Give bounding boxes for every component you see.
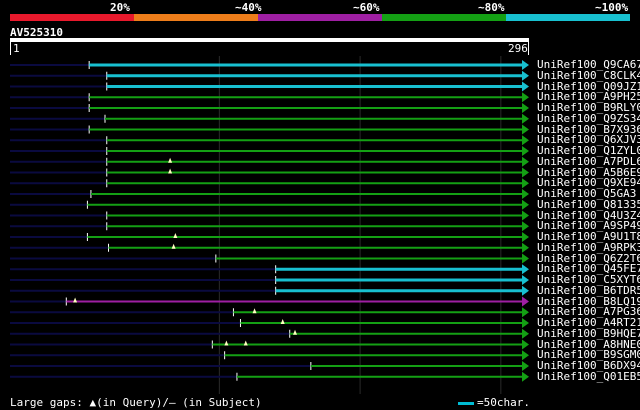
hit-arrow-icon <box>522 113 529 124</box>
gap-legend: Large gaps: ▲(in Query)/– (in Subject) <box>10 396 262 409</box>
hit-arrow-icon <box>522 307 529 318</box>
legend-label: 20% <box>110 1 130 14</box>
legend-label: ~40% <box>235 1 262 14</box>
legend-swatch <box>134 14 258 21</box>
hit-label[interactable]: UniRef100_Q01EB5 <box>537 371 640 382</box>
hit-arrow-icon <box>522 296 529 307</box>
ruler-end: 296 <box>508 42 528 55</box>
query-gap-marker <box>173 233 178 238</box>
query-gap-marker <box>168 157 173 163</box>
hit-arrow-icon <box>522 232 529 242</box>
hit-arrow-icon <box>522 124 529 135</box>
hit-arrow-icon <box>522 81 529 92</box>
ruler-start: 1 <box>13 42 20 55</box>
legend-swatch <box>258 14 382 21</box>
query-gap-marker <box>252 308 257 314</box>
hit-arrow-icon <box>522 92 529 103</box>
hit-arrow-icon <box>522 371 529 382</box>
hit-arrow-icon <box>522 178 529 189</box>
hit-arrow-icon <box>522 210 529 221</box>
query-gap-marker <box>171 243 176 249</box>
query-gap-marker <box>280 319 285 324</box>
legend-swatch <box>10 14 134 21</box>
hit-arrow-icon <box>522 189 529 199</box>
query-gap-marker <box>293 329 298 335</box>
hit-arrow-icon <box>522 221 529 232</box>
hit-arrow-icon <box>522 275 529 285</box>
query-gap-marker <box>168 168 173 174</box>
hit-arrow-icon <box>522 103 529 113</box>
scale-line-icon <box>458 401 474 405</box>
legend-label: ~80% <box>478 1 505 14</box>
legend-swatch <box>382 14 506 21</box>
query-gap-marker <box>73 297 78 303</box>
legend-swatch <box>506 14 630 21</box>
hit-arrow-icon <box>522 167 529 178</box>
legend-label: ~60% <box>353 1 380 14</box>
ruler-frame <box>10 42 529 55</box>
hit-arrow-icon <box>522 242 529 253</box>
hit-arrow-icon <box>522 350 529 361</box>
legend-label: ~100% <box>595 1 629 14</box>
hit-arrow-icon <box>522 60 529 70</box>
hit-arrow-icon <box>522 361 529 371</box>
hit-arrow-icon <box>522 328 529 339</box>
hit-arrow-icon <box>522 135 529 146</box>
identity-legend: 20% ~40% ~60% ~80% ~100% <box>10 0 630 21</box>
hit-arrow-icon <box>522 199 529 210</box>
query-gap-marker <box>243 340 248 346</box>
scale-label: =50char. <box>477 396 530 409</box>
hit-arrow-icon <box>522 146 529 156</box>
hit-arrow-icon <box>522 70 529 81</box>
scale-key: =50char. <box>458 396 530 409</box>
hit-arrow-icon <box>522 285 529 296</box>
hit-arrow-icon <box>522 156 529 167</box>
hit-arrow-icon <box>522 264 529 275</box>
query-gap-marker <box>224 340 229 346</box>
hit-arrow-icon <box>522 318 529 328</box>
hit-arrow-icon <box>522 253 529 264</box>
hit-arrow-icon <box>522 339 529 350</box>
